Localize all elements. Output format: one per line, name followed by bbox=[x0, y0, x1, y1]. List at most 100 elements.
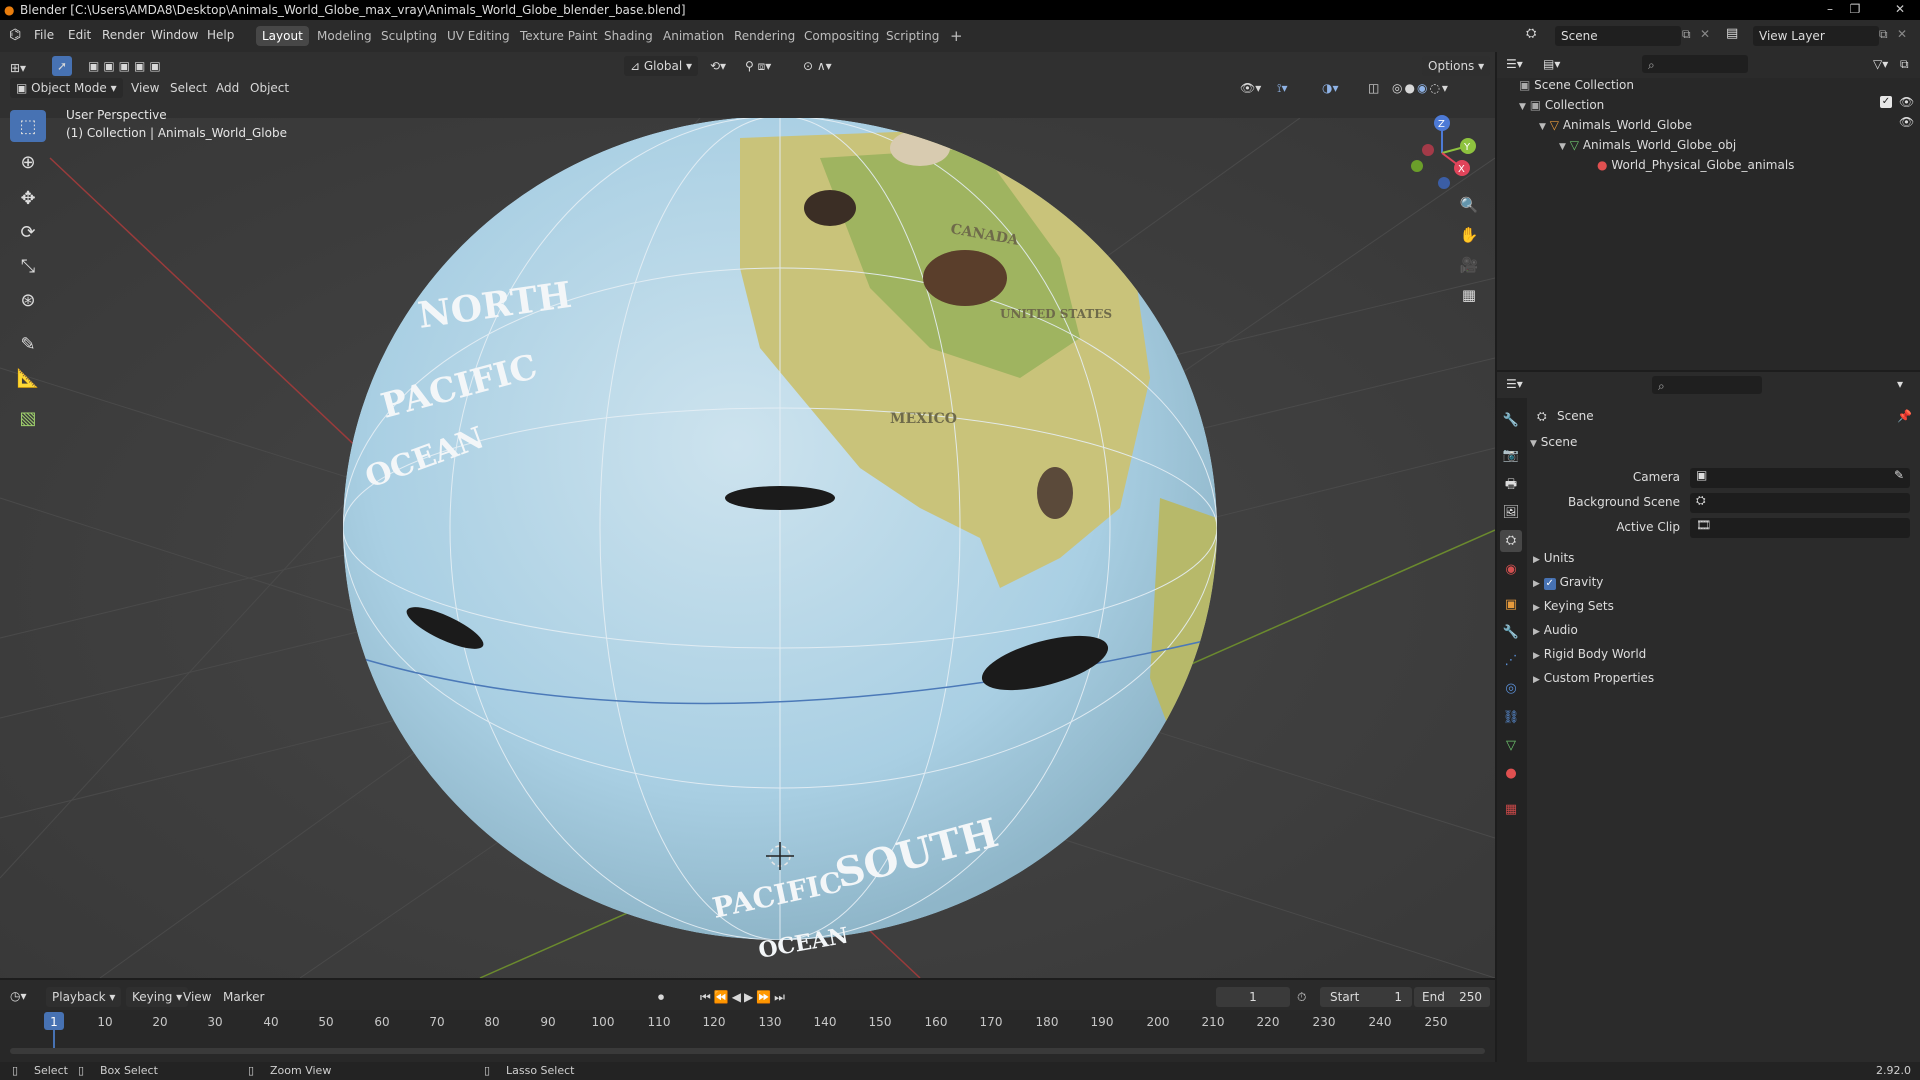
current-frame-field[interactable]: 1 bbox=[1216, 987, 1290, 1007]
pan-hand-icon[interactable]: ✋ bbox=[1456, 222, 1482, 248]
move-tool[interactable]: ✥ bbox=[10, 182, 46, 214]
properties-editor-type-icon[interactable]: ☰▾ bbox=[1506, 377, 1523, 391]
new-scene-icon[interactable]: ⧉ bbox=[1682, 27, 1691, 42]
tab-physics-icon[interactable]: ◎ bbox=[1500, 678, 1522, 700]
keying-menu[interactable]: Keying ▾ bbox=[126, 987, 189, 1007]
tab-world-icon[interactable]: ◉ bbox=[1500, 559, 1522, 581]
playback-controls[interactable]: ⏮⏪◀▶⏩⏭ bbox=[700, 987, 788, 1007]
camera-view-icon[interactable]: 🎥 bbox=[1456, 252, 1482, 278]
measure-tool[interactable]: 📐 bbox=[10, 362, 46, 394]
tab-material-icon[interactable]: ● bbox=[1500, 763, 1522, 785]
overlay-icon[interactable]: ◑▾ bbox=[1322, 78, 1339, 98]
transform-tool[interactable]: ⊛ bbox=[10, 284, 46, 316]
tab-tool-icon[interactable]: 🔧 bbox=[1500, 410, 1522, 432]
tab-data-icon[interactable]: ▽ bbox=[1500, 735, 1522, 757]
tab-view-layer-icon[interactable]: 🖼 bbox=[1500, 502, 1522, 524]
scale-tool[interactable]: ⤡ bbox=[10, 250, 46, 282]
background-scene-field[interactable]: ⛭ bbox=[1690, 493, 1910, 513]
viewport-menu-object[interactable]: Object bbox=[250, 78, 289, 98]
tab-object-icon[interactable]: ▣ bbox=[1500, 594, 1522, 616]
tab-uv-editing[interactable]: UV Editing bbox=[441, 26, 516, 46]
menu-edit[interactable]: Edit bbox=[68, 28, 91, 42]
active-clip-field[interactable]: 🎞 bbox=[1690, 518, 1910, 538]
annotate-tool[interactable]: ✎ bbox=[10, 328, 46, 360]
cursor-tool[interactable]: ⊕ bbox=[10, 146, 46, 178]
preview-range-icon[interactable]: ⏱ bbox=[1297, 987, 1306, 1007]
outliner-row-globe-mesh[interactable]: ▼ ▽ Animals_World_Globe_obj bbox=[1559, 135, 1736, 155]
tab-modeling[interactable]: Modeling bbox=[311, 26, 378, 46]
panel-rigid-body-world[interactable]: ▶ Rigid Body World bbox=[1533, 644, 1646, 664]
panel-gravity[interactable]: ▶ ✓ Gravity bbox=[1533, 572, 1603, 592]
transform-orientation-dropdown[interactable]: ⊿ Global ▾ bbox=[624, 56, 698, 76]
start-frame-field[interactable]: Start 1 bbox=[1320, 987, 1412, 1007]
editor-type-icon[interactable]: ⊞▾ bbox=[10, 58, 26, 78]
minimize-icon[interactable]: – bbox=[1818, 0, 1842, 20]
panel-scene-header[interactable]: ▼ Scene bbox=[1530, 432, 1577, 452]
camera-field[interactable]: ▣ ✎ bbox=[1690, 468, 1910, 488]
add-workspace-button[interactable]: + bbox=[944, 26, 969, 46]
3d-viewport[interactable]: NORTH PACIFIC OCEAN CANADA UNITED STATES… bbox=[0, 108, 1495, 978]
properties-search-input[interactable]: ⌕ bbox=[1652, 376, 1762, 394]
tab-particles-icon[interactable]: ⋰ bbox=[1500, 650, 1522, 672]
rotate-tool[interactable]: ⟳ bbox=[10, 216, 46, 248]
tab-texture-paint[interactable]: Texture Paint bbox=[514, 26, 603, 46]
add-cube-tool[interactable]: ▧ bbox=[10, 402, 46, 434]
viewport-menu-view[interactable]: View bbox=[131, 78, 159, 98]
new-view-layer-icon[interactable]: ⧉ bbox=[1879, 27, 1888, 42]
outliner-row-scene-collection[interactable]: ▣ Scene Collection bbox=[1519, 75, 1634, 95]
viewport-menu-add[interactable]: Add bbox=[216, 78, 239, 98]
tab-layout[interactable]: Layout bbox=[256, 26, 309, 46]
tab-output-icon[interactable]: 🖶 bbox=[1500, 474, 1522, 496]
xray-icon[interactable]: ◫ bbox=[1368, 78, 1379, 98]
object-mode-dropdown[interactable]: ▣ Object Mode ▾ bbox=[10, 78, 123, 98]
display-mode-icon[interactable]: ▤▾ bbox=[1543, 57, 1560, 71]
tab-animation[interactable]: Animation bbox=[657, 26, 730, 46]
collection-visibility-eye-icon[interactable]: 👁 bbox=[1899, 95, 1914, 109]
close-icon[interactable]: ✕ bbox=[1880, 0, 1920, 20]
tab-constraints-icon[interactable]: ⛓ bbox=[1500, 707, 1522, 729]
auto-keying-icon[interactable]: ⏺ bbox=[658, 987, 664, 1007]
tab-rendering[interactable]: Rendering bbox=[728, 26, 801, 46]
tab-compositing[interactable]: Compositing bbox=[798, 26, 885, 46]
outliner-search-input[interactable]: ⌕ bbox=[1642, 55, 1748, 73]
tab-scene-icon[interactable]: ⛭ bbox=[1500, 530, 1522, 552]
panel-custom-properties[interactable]: ▶ Custom Properties bbox=[1533, 668, 1654, 688]
timeline-scrollbar[interactable] bbox=[10, 1048, 1485, 1054]
menu-window[interactable]: Window bbox=[151, 28, 198, 42]
properties-options-chevron-icon[interactable]: ▾ bbox=[1897, 377, 1903, 391]
timeline-editor-type-icon[interactable]: ◷▾ bbox=[10, 989, 27, 1003]
proportional-edit-icon[interactable]: ⊙ ∧▾ bbox=[803, 56, 832, 76]
panel-audio[interactable]: ▶ Audio bbox=[1533, 620, 1578, 640]
snap-icon[interactable]: ⚲ ⧈▾ bbox=[745, 56, 771, 76]
menu-file[interactable]: File bbox=[34, 28, 54, 42]
options-dropdown[interactable]: Options ▾ bbox=[1422, 56, 1491, 76]
playback-menu[interactable]: Playback ▾ bbox=[46, 987, 122, 1007]
menu-help[interactable]: Help bbox=[207, 28, 234, 42]
select-box-tool[interactable]: ⬚ bbox=[10, 110, 46, 142]
view-layer-icon[interactable]: ▤ bbox=[1726, 26, 1738, 41]
view-layer-selector[interactable]: View Layer bbox=[1753, 26, 1879, 46]
navigation-gizmo[interactable]: Z Y X bbox=[1400, 108, 1490, 198]
pin-icon[interactable]: 📌 bbox=[1897, 409, 1912, 423]
tab-sculpting[interactable]: Sculpting bbox=[375, 26, 443, 46]
delete-view-layer-icon[interactable]: ✕ bbox=[1897, 27, 1907, 41]
blender-menu-icon[interactable]: ⌬ bbox=[9, 27, 21, 43]
maximize-icon[interactable]: ❐ bbox=[1843, 0, 1867, 20]
viewport-menu-select[interactable]: Select bbox=[170, 78, 207, 98]
outliner-row-collection[interactable]: ▼ ▣ Collection bbox=[1519, 95, 1604, 115]
shading-mode-icons[interactable]: ◎●◉◌▾ bbox=[1392, 78, 1450, 98]
visibility-icon[interactable]: 👁▾ bbox=[1240, 78, 1261, 98]
collection-include-checkbox[interactable]: ✓ bbox=[1880, 96, 1892, 108]
menu-render[interactable]: Render bbox=[102, 28, 145, 42]
tab-shading[interactable]: Shading bbox=[598, 26, 659, 46]
panel-keying-sets[interactable]: ▶ Keying Sets bbox=[1533, 596, 1614, 616]
tab-modifiers-icon[interactable]: 🔧 bbox=[1500, 622, 1522, 644]
pivot-point-icon[interactable]: ⟲▾ bbox=[710, 56, 726, 76]
gizmo-icon[interactable]: ⟟▾ bbox=[1277, 78, 1288, 98]
marker-menu[interactable]: Marker bbox=[223, 987, 264, 1007]
filter-icon[interactable]: ▽▾ bbox=[1873, 57, 1888, 71]
timeline-view-menu[interactable]: View bbox=[183, 987, 211, 1007]
outliner-editor-type-icon[interactable]: ☰▾ bbox=[1506, 57, 1523, 71]
outliner-row-material[interactable]: ● World_Physical_Globe_animals bbox=[1597, 155, 1794, 175]
scene-icon[interactable]: ⛭ bbox=[1526, 26, 1536, 41]
